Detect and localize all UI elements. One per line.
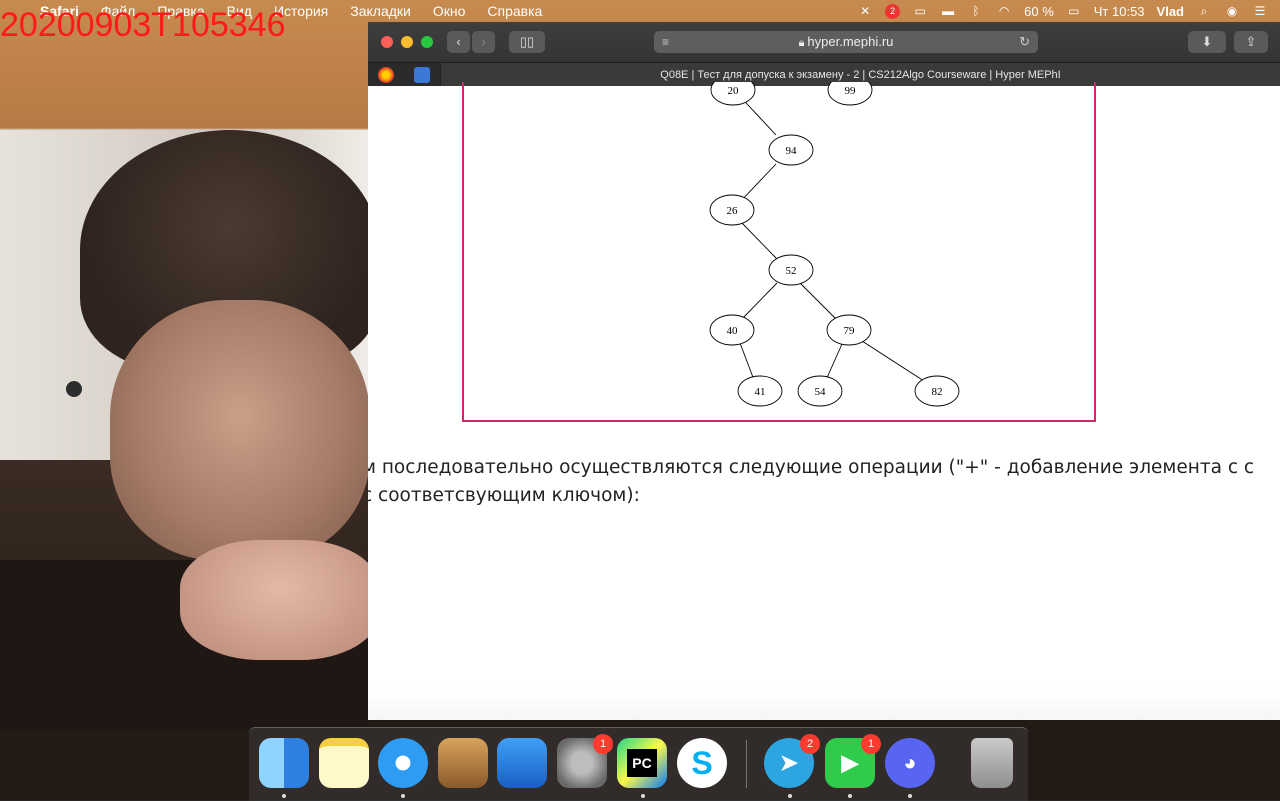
- close-window-button[interactable]: [381, 36, 393, 48]
- menu-bookmarks[interactable]: Закладки: [350, 3, 411, 19]
- tree-edges: [733, 89, 925, 382]
- menu-window[interactable]: Окно: [433, 3, 466, 19]
- share-button[interactable]: ⇪: [1234, 31, 1268, 53]
- tree-node-label: 52: [786, 265, 797, 277]
- running-indicator: [848, 794, 852, 798]
- control-menu-icon[interactable]: ☰: [1252, 4, 1268, 18]
- tree-figure-frame: 20 99 94 26 52 40 79 41 54 82: [462, 82, 1096, 422]
- back-button[interactable]: ‹: [447, 31, 470, 53]
- battery-icon[interactable]: ▭: [1066, 4, 1082, 18]
- bluetooth-icon[interactable]: ᛒ: [968, 4, 984, 18]
- reader-mode-icon[interactable]: ≡: [662, 31, 669, 53]
- tree-edge: [739, 342, 755, 381]
- address-bar[interactable]: ≡ 🔒︎ hyper.mephi.ru ↻: [654, 31, 1038, 53]
- tree-edge: [861, 340, 925, 382]
- dock-garageband-icon[interactable]: [438, 738, 488, 788]
- notification-badge: 2: [800, 734, 820, 754]
- dock-facetime-icon[interactable]: ▶ 1: [825, 734, 881, 788]
- pinned-tab-favicon[interactable]: [378, 67, 394, 83]
- tree-node-label: 99: [845, 85, 857, 97]
- dock-separator: [746, 740, 747, 788]
- menu-help[interactable]: Справка: [487, 3, 542, 19]
- dock-notes-icon[interactable]: [319, 738, 369, 788]
- running-indicator: [641, 794, 645, 798]
- mute-icon[interactable]: ✕: [857, 4, 873, 18]
- tree-node-label: 82: [932, 386, 943, 398]
- download-icon: ⬇: [1201, 34, 1213, 49]
- dock-finder-icon[interactable]: [259, 738, 309, 788]
- running-indicator: [788, 794, 792, 798]
- notification-badge: 1: [593, 734, 613, 754]
- battery-percent[interactable]: 60 %: [1024, 4, 1054, 19]
- dock-pycharm-icon[interactable]: PC: [617, 738, 667, 788]
- tree-node-label: 41: [755, 386, 766, 398]
- dock-safari-icon[interactable]: [378, 738, 428, 788]
- chevron-right-icon: ›: [481, 34, 486, 49]
- sidebar-toggle-button[interactable]: ▯▯: [509, 31, 545, 53]
- running-indicator: [908, 794, 912, 798]
- person-face: [110, 300, 370, 560]
- tree-node-label: 54: [815, 386, 827, 398]
- siri-icon[interactable]: ◉: [1224, 4, 1240, 18]
- running-indicator: [401, 794, 405, 798]
- input-source-flag-icon[interactable]: ▬: [940, 4, 956, 18]
- safari-window: ‹ › ▯▯ ≡ 🔒︎ hyper.mephi.ru ↻ ⬇ ⇪ Q08E | Т…: [368, 22, 1280, 720]
- tree-node-label: 26: [727, 205, 739, 217]
- chevron-left-icon: ‹: [456, 34, 461, 49]
- tree-node-label: 20: [728, 85, 740, 97]
- tree-node-label: 40: [727, 325, 739, 337]
- browser-toolbar: ‹ › ▯▯ ≡ 🔒︎ hyper.mephi.ru ↻ ⬇ ⇪: [368, 22, 1280, 62]
- page-bottom: [368, 686, 1280, 720]
- url-text: hyper.mephi.ru: [807, 34, 894, 49]
- macos-dock: 1 PC S ➤ 2 ▶ 1 ◕: [249, 727, 1028, 801]
- tree-edge: [739, 282, 778, 322]
- notification-badge: 1: [861, 734, 881, 754]
- tree-node-label: 94: [786, 145, 798, 157]
- user-name[interactable]: Vlad: [1157, 4, 1184, 19]
- running-indicator: [282, 794, 286, 798]
- tree-edge: [738, 219, 778, 260]
- lock-icon: 🔒︎: [798, 37, 805, 49]
- recording-timestamp: 20200903T105346: [0, 6, 286, 44]
- question-text: м последовательно осуществляются следующ…: [368, 454, 1280, 510]
- wifi-icon[interactable]: ◠: [996, 4, 1012, 18]
- pinned-tab-favicon-chat[interactable]: [414, 67, 430, 83]
- forward-button[interactable]: ›: [472, 31, 495, 53]
- tree-edge: [799, 282, 837, 320]
- dock-discord-icon[interactable]: ◕: [885, 738, 935, 788]
- dock-telegram-icon[interactable]: ➤ 2: [764, 734, 820, 788]
- sidebar-icon: ▯▯: [519, 34, 535, 49]
- pycharm-logo-text: PC: [627, 749, 657, 777]
- wall-object: [66, 381, 82, 397]
- tree-edge: [738, 163, 777, 204]
- minimize-window-button[interactable]: [401, 36, 413, 48]
- tree-edge: [825, 343, 843, 381]
- dock-skype-icon[interactable]: S: [677, 738, 727, 788]
- dock-system-preferences-icon[interactable]: 1: [557, 734, 613, 788]
- dock-xcode-icon[interactable]: [497, 738, 547, 788]
- notification-icon[interactable]: 2: [885, 3, 901, 19]
- question-line-2: с соответсвующим ключом):: [368, 485, 640, 506]
- dock-trash-icon[interactable]: [971, 738, 1013, 788]
- page-content: 20 99 94 26 52 40 79 41 54 82 м последов…: [368, 82, 1280, 720]
- reload-icon[interactable]: ↻: [1019, 31, 1030, 53]
- downloads-button[interactable]: ⬇: [1188, 31, 1226, 53]
- question-line-1: м последовательно осуществляются следующ…: [368, 457, 1255, 478]
- screen-share-icon[interactable]: ▭: [912, 4, 928, 18]
- share-icon: ⇪: [1245, 34, 1257, 49]
- tree-node-label: 79: [844, 325, 856, 337]
- binary-tree-diagram: 20 99 94 26 52 40 79 41 54 82: [709, 82, 960, 407]
- person-hand: [180, 540, 380, 660]
- clock[interactable]: Чт 10:53: [1094, 4, 1145, 19]
- spotlight-search-icon[interactable]: ⌕: [1196, 4, 1212, 18]
- fullscreen-window-button[interactable]: [421, 36, 433, 48]
